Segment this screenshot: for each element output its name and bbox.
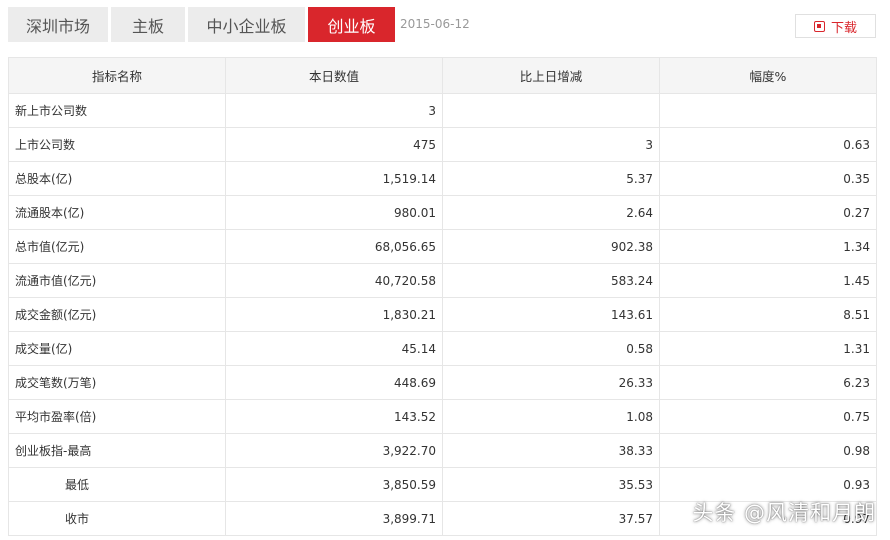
- indicator-name: 总市值(亿元): [8, 229, 226, 264]
- change-value: 583.24: [442, 263, 660, 298]
- change-value: 1.08: [442, 399, 660, 434]
- download-icon: [813, 20, 825, 32]
- indicator-name: 流通股本(亿): [8, 195, 226, 230]
- change-value: 37.57: [442, 501, 660, 536]
- market-stats-table: 指标名称 本日数值 比上日增减 幅度% 新上市公司数 3 上市公司数 475 3…: [8, 57, 877, 536]
- today-value: 143.52: [225, 399, 443, 434]
- indicator-name: 上市公司数: [8, 127, 226, 162]
- today-value: 1,519.14: [225, 161, 443, 196]
- indicator-name: 成交金额(亿元): [8, 297, 226, 332]
- table-row: 成交量(亿) 45.14 0.58 1.31: [8, 331, 877, 366]
- indicator-name: 创业板指-最高: [8, 433, 226, 468]
- pct-value: 0.35: [659, 161, 877, 196]
- today-value: 3,899.71: [225, 501, 443, 536]
- column-header-change: 比上日增减: [442, 57, 660, 94]
- indicator-name: 成交笔数(万笔): [8, 365, 226, 400]
- today-value: 68,056.65: [225, 229, 443, 264]
- report-date: 2015-06-12: [400, 17, 470, 31]
- table-row: 成交金额(亿元) 1,830.21 143.61 8.51: [8, 297, 877, 332]
- watermark: 头条 @风清和月朗: [692, 501, 876, 525]
- pct-value: 1.31: [659, 331, 877, 366]
- column-header-value: 本日数值: [225, 57, 443, 94]
- today-value: 475: [225, 127, 443, 162]
- indicator-name: 流通市值(亿元): [8, 263, 226, 298]
- tab-chinext[interactable]: 创业板: [308, 7, 395, 42]
- change-value: 143.61: [442, 297, 660, 332]
- tab-shenzhen-market[interactable]: 深圳市场: [8, 7, 108, 42]
- pct-value: 1.45: [659, 263, 877, 298]
- change-value: [442, 93, 660, 128]
- pct-value: 0.75: [659, 399, 877, 434]
- tab-sme-board[interactable]: 中小企业板: [188, 7, 305, 42]
- table-row: 平均市盈率(倍) 143.52 1.08 0.75: [8, 399, 877, 434]
- change-value: 26.33: [442, 365, 660, 400]
- indicator-name: 新上市公司数: [8, 93, 226, 128]
- change-value: 0.58: [442, 331, 660, 366]
- change-value: 5.37: [442, 161, 660, 196]
- pct-value: 6.23: [659, 365, 877, 400]
- download-label: 下载: [830, 20, 857, 36]
- today-value: 448.69: [225, 365, 443, 400]
- change-value: 902.38: [442, 229, 660, 264]
- pct-value: 1.34: [659, 229, 877, 264]
- pct-value: 0.27: [659, 195, 877, 230]
- today-value: 45.14: [225, 331, 443, 366]
- table-row: 总股本(亿) 1,519.14 5.37 0.35: [8, 161, 877, 196]
- change-value: 38.33: [442, 433, 660, 468]
- today-value: 980.01: [225, 195, 443, 230]
- table-header-row: 指标名称 本日数值 比上日增减 幅度%: [8, 57, 877, 94]
- market-tabs: 深圳市场 主板 中小企业板 创业板: [8, 7, 398, 42]
- today-value: 1,830.21: [225, 297, 443, 332]
- indicator-name: 最低: [8, 467, 226, 502]
- indicator-name: 总股本(亿): [8, 161, 226, 196]
- table-row: 上市公司数 475 3 0.63: [8, 127, 877, 162]
- table-row: 新上市公司数 3: [8, 93, 877, 128]
- tab-main-board[interactable]: 主板: [111, 7, 185, 42]
- column-header-pct: 幅度%: [659, 57, 877, 94]
- table-row: 流通市值(亿元) 40,720.58 583.24 1.45: [8, 263, 877, 298]
- change-value: 3: [442, 127, 660, 162]
- pct-value: 8.51: [659, 297, 877, 332]
- table-row: 创业板指-最高 3,922.70 38.33 0.98: [8, 433, 877, 468]
- today-value: 3: [225, 93, 443, 128]
- today-value: 3,850.59: [225, 467, 443, 502]
- table-row: 成交笔数(万笔) 448.69 26.33 6.23: [8, 365, 877, 400]
- table-row: 总市值(亿元) 68,056.65 902.38 1.34: [8, 229, 877, 264]
- indicator-name: 成交量(亿): [8, 331, 226, 366]
- indicator-name: 收市: [8, 501, 226, 536]
- column-header-indicator: 指标名称: [8, 57, 226, 94]
- pct-value: [659, 93, 877, 128]
- today-value: 40,720.58: [225, 263, 443, 298]
- pct-value: 0.63: [659, 127, 877, 162]
- pct-value: 0.98: [659, 433, 877, 468]
- change-value: 35.53: [442, 467, 660, 502]
- table-row: 流通股本(亿) 980.01 2.64 0.27: [8, 195, 877, 230]
- today-value: 3,922.70: [225, 433, 443, 468]
- change-value: 2.64: [442, 195, 660, 230]
- download-button[interactable]: 下载: [795, 14, 876, 38]
- indicator-name: 平均市盈率(倍): [8, 399, 226, 434]
